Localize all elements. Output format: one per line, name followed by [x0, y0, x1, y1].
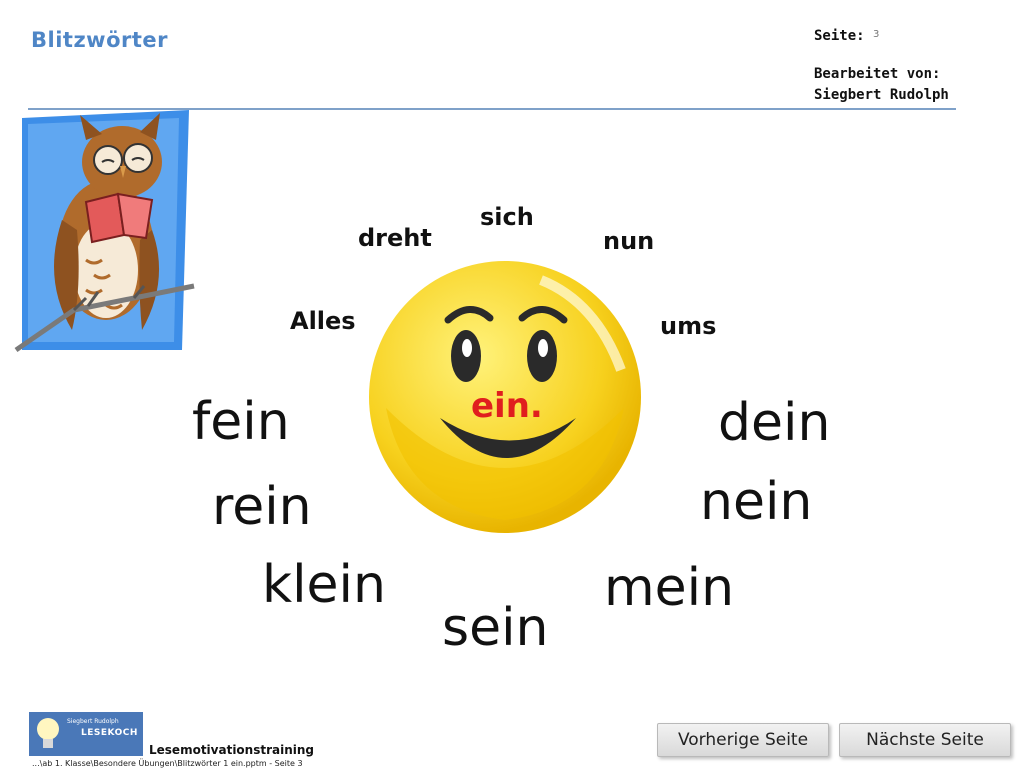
word-dreht: dreht: [358, 224, 432, 252]
training-label: Lesemotivationstraining: [149, 743, 315, 757]
next-page-button[interactable]: Nächste Seite: [839, 723, 1011, 757]
logo-author: Siegbert Rudolph: [67, 718, 119, 725]
center-word: ein.: [471, 386, 543, 426]
word-rein: rein: [212, 477, 312, 537]
edited-by-label: Bearbeitet von:: [814, 66, 941, 82]
author-name: Siegbert Rudolph: [814, 87, 949, 103]
logo-brand: LESEKOCH: [81, 728, 138, 738]
word-dein: dein: [718, 393, 831, 453]
page-number: 3: [873, 29, 880, 40]
word-sein: sein: [442, 598, 549, 658]
file-path: ...\ab 1. Klasse\Besondere Übungen\Blitz…: [32, 759, 303, 768]
owl-reading-icon: [14, 110, 196, 360]
word-nein: nein: [700, 472, 813, 532]
page-label: Seite:: [814, 28, 865, 44]
page-title: Blitzwörter: [31, 28, 168, 52]
word-mein: mein: [604, 558, 735, 618]
word-sich: sich: [480, 203, 534, 231]
previous-page-button[interactable]: Vorherige Seite: [657, 723, 829, 757]
word-ums: ums: [660, 312, 717, 340]
lightbulb-logo-icon: [37, 718, 59, 748]
word-klein: klein: [262, 555, 386, 615]
word-nun: nun: [603, 227, 655, 255]
word-alles: Alles: [290, 307, 356, 335]
lesekoch-logo: Siegbert Rudolph LESEKOCH: [29, 712, 143, 756]
word-fein: fein: [192, 392, 290, 452]
